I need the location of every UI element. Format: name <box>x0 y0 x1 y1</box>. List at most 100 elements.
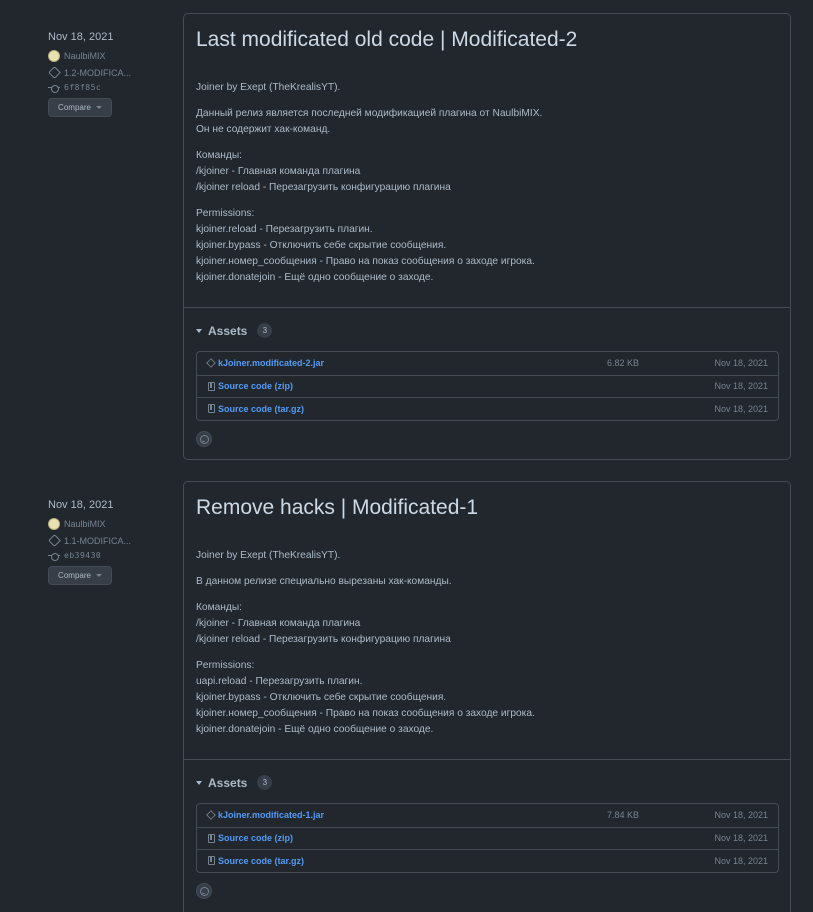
author-link[interactable]: NaulbiMIX <box>48 515 168 532</box>
release-notes: Joiner by Exept (TheKrealisYT). В данном… <box>184 540 790 738</box>
reaction-button[interactable] <box>196 431 212 447</box>
assets-count: 3 <box>257 775 273 790</box>
author-name[interactable]: NaulbiMIX <box>64 519 106 529</box>
asset-link[interactable]: kJoiner.modificated-2.jar <box>218 358 324 368</box>
assets-label: Assets <box>208 775 248 790</box>
notes-line: В данном релизе специально вырезаны хак-… <box>196 576 452 587</box>
asset-date: Nov 18, 2021 <box>714 833 768 844</box>
asset-link[interactable]: Source code (tar.gz) <box>218 856 304 866</box>
release-card: Last modificated old code | Modificated-… <box>183 13 791 460</box>
divider <box>184 307 790 308</box>
notes-line: /kjoiner - Главная команда плагина <box>196 166 361 177</box>
notes-line: kjoiner.bypass - Отключить себе скрытие … <box>196 692 447 703</box>
asset-date: Nov 18, 2021 <box>714 358 768 369</box>
asset-row: Source code (tar.gz) Nov 18, 2021 <box>197 849 778 872</box>
git-commit-icon <box>48 82 60 94</box>
chevron-down-icon <box>95 574 102 577</box>
notes-line: kjoiner.номер_сообщения - Право на показ… <box>196 708 535 719</box>
avatar <box>48 49 60 62</box>
asset-row: kJoiner.modificated-1.jar 7.84 KB Nov 18… <box>197 804 778 827</box>
release-title[interactable]: Remove hacks | Modificated-1 <box>184 482 790 540</box>
tag-name[interactable]: 1.1-MODIFICA... <box>64 536 131 546</box>
triangle-down-icon <box>196 780 202 785</box>
notes-paragraph: Команды: /kjoiner - Главная команда плаги… <box>196 600 778 648</box>
chevron-down-icon <box>95 106 102 109</box>
file-zip-icon <box>206 833 216 843</box>
asset-row: Source code (zip) Nov 18, 2021 <box>197 826 778 850</box>
asset-row: kJoiner.modificated-2.jar 6.82 KB Nov 18… <box>197 352 778 375</box>
assets-toggle[interactable]: Assets 3 <box>196 775 273 790</box>
compare-label: Compare <box>58 103 91 112</box>
notes-paragraph: Permissions: uapi.reload - Перезагрузить … <box>196 658 778 738</box>
file-zip-icon <box>206 404 216 414</box>
commit-sha[interactable]: 6f8f85c <box>64 83 101 92</box>
asset-date: Nov 18, 2021 <box>714 855 768 866</box>
asset-row: Source code (tar.gz) Nov 18, 2021 <box>197 397 778 420</box>
assets-toggle[interactable]: Assets 3 <box>196 323 273 338</box>
tag-icon <box>47 66 61 79</box>
assets-list: kJoiner.modificated-1.jar 7.84 KB Nov 18… <box>196 803 779 873</box>
tag-link[interactable]: 1.1-MODIFICA... <box>47 532 168 549</box>
notes-line: /kjoiner reload - Перезагрузить конфигур… <box>196 634 451 645</box>
release-title[interactable]: Last modificated old code | Modificated-… <box>184 14 790 72</box>
assets-label: Assets <box>208 323 248 338</box>
author-link[interactable]: NaulbiMIX <box>48 47 168 64</box>
release-sidebar: Nov 18, 2021 NaulbiMIX 1.1-MODIFICA... e… <box>47 499 168 585</box>
compare-label: Compare <box>58 571 91 580</box>
notes-line: kjoiner.donatejoin - Ещё одно сообщение … <box>196 724 434 735</box>
tag-icon <box>47 534 61 547</box>
notes-line: Команды: <box>196 602 242 613</box>
asset-link[interactable]: Source code (zip) <box>218 833 293 843</box>
notes-paragraph: В данном релизе специально вырезаны хак-… <box>196 574 778 590</box>
notes-paragraph: Permissions: kjoiner.reload - Перезагрузи… <box>196 206 778 286</box>
notes-line: kjoiner.reload - Перезагрузить плагин. <box>196 224 373 235</box>
tag-link[interactable]: 1.2-MODIFICA... <box>47 64 168 81</box>
notes-line: Он не содержит хак-команд. <box>196 124 331 135</box>
commit-link[interactable]: eb39430 <box>48 549 168 562</box>
git-commit-icon <box>48 550 60 562</box>
compare-button[interactable]: Compare <box>48 566 112 585</box>
release-date: Nov 18, 2021 <box>48 499 114 511</box>
package-icon <box>206 358 216 369</box>
asset-link[interactable]: Source code (tar.gz) <box>218 404 304 414</box>
reaction-button[interactable] <box>196 883 212 899</box>
notes-line: Permissions: <box>196 208 255 219</box>
asset-date: Nov 18, 2021 <box>714 381 768 392</box>
file-zip-icon <box>206 856 216 866</box>
notes-line: /kjoiner - Главная команда плагина <box>196 618 361 629</box>
asset-date: Nov 18, 2021 <box>714 403 768 414</box>
commit-sha[interactable]: eb39430 <box>64 551 101 560</box>
notes-paragraph: Joiner by Exept (TheKrealisYT). <box>196 82 341 93</box>
release-card: Remove hacks | Modificated-1 Joiner by E… <box>183 481 791 912</box>
assets-list: kJoiner.modificated-2.jar 6.82 KB Nov 18… <box>196 351 779 421</box>
compare-button[interactable]: Compare <box>48 98 112 117</box>
asset-size: 7.84 KB <box>607 810 640 821</box>
notes-line: /kjoiner reload - Перезагрузить конфигур… <box>196 182 451 193</box>
avatar <box>48 517 60 530</box>
notes-paragraph: Данный релиз является последней модифика… <box>196 106 778 138</box>
notes-line: kjoiner.номер_сообщения - Право на показ… <box>196 256 535 267</box>
commit-link[interactable]: 6f8f85c <box>48 81 168 94</box>
tag-name[interactable]: 1.2-MODIFICA... <box>64 68 131 78</box>
assets-count: 3 <box>257 323 273 338</box>
asset-row: Source code (zip) Nov 18, 2021 <box>197 374 778 398</box>
notes-line: Команды: <box>196 150 242 161</box>
notes-paragraph: Joiner by Exept (TheKrealisYT). <box>196 550 341 561</box>
asset-link[interactable]: kJoiner.modificated-1.jar <box>218 810 324 820</box>
author-name[interactable]: NaulbiMIX <box>64 51 106 61</box>
asset-date: Nov 18, 2021 <box>714 810 768 821</box>
notes-line: Данный релиз является последней модифика… <box>196 108 543 119</box>
release-date: Nov 18, 2021 <box>48 31 114 43</box>
notes-paragraph: Команды: /kjoiner - Главная команда плаги… <box>196 148 778 196</box>
notes-line: kjoiner.bypass - Отключить себе скрытие … <box>196 240 447 251</box>
smiley-icon <box>199 434 209 444</box>
asset-size: 6.82 KB <box>607 358 640 369</box>
asset-link[interactable]: Source code (zip) <box>218 381 293 391</box>
divider <box>184 759 790 760</box>
release-notes: Joiner by Exept (TheKrealisYT). Данный р… <box>184 72 790 286</box>
release-sidebar: Nov 18, 2021 NaulbiMIX 1.2-MODIFICA... 6… <box>47 31 168 117</box>
notes-line: kjoiner.donatejoin - Ещё одно сообщение … <box>196 272 434 283</box>
triangle-down-icon <box>196 328 202 333</box>
package-icon <box>206 810 216 821</box>
notes-line: Permissions: <box>196 660 255 671</box>
